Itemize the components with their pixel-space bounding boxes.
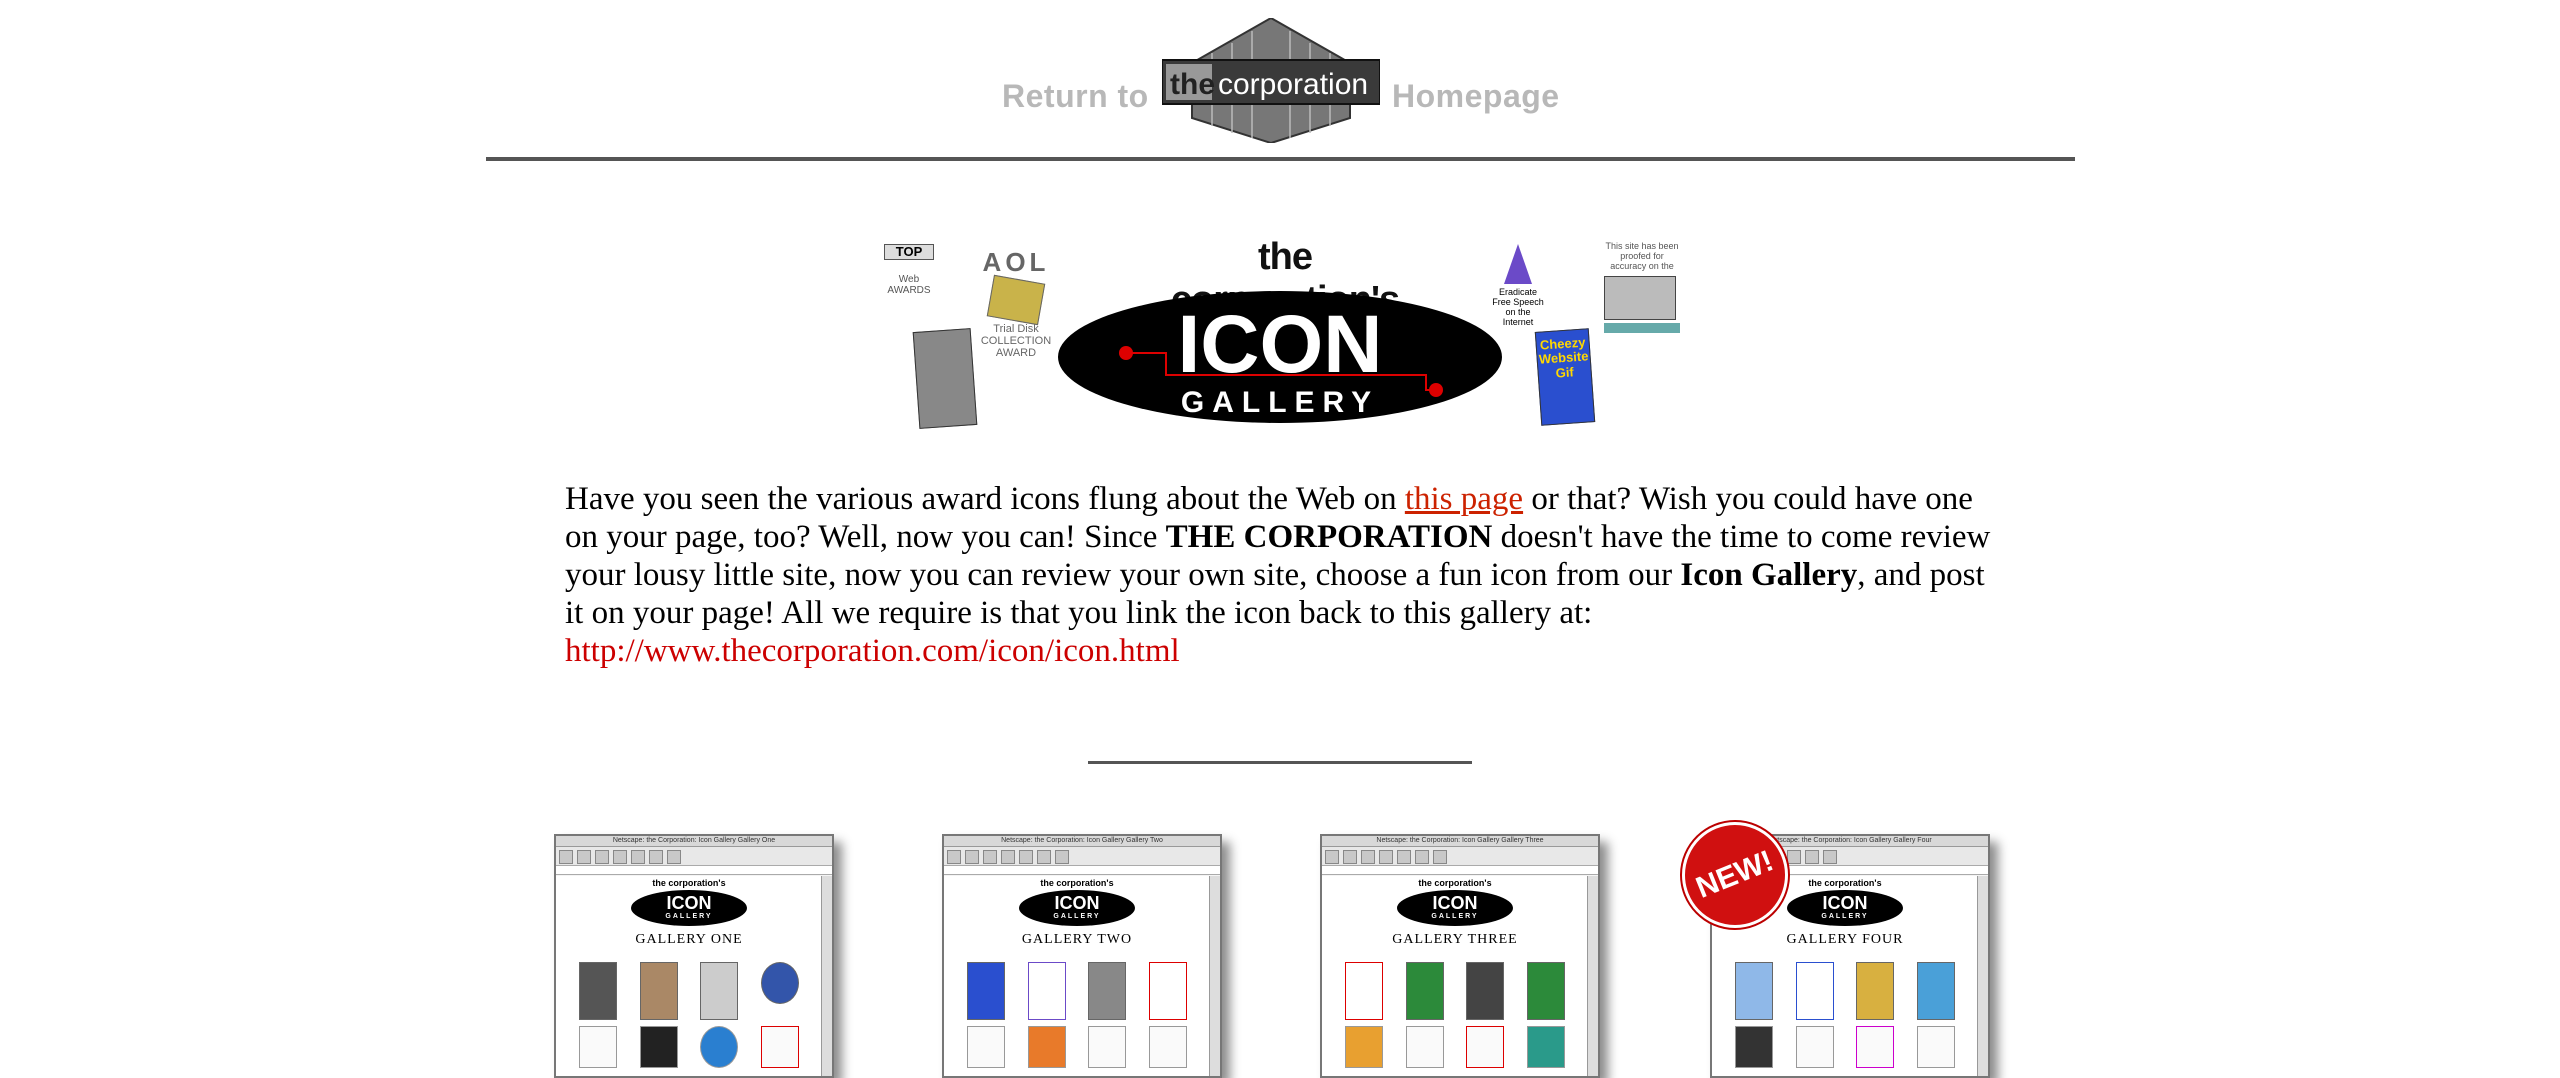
- thumbnail-oval: ICON GALLERY: [1397, 890, 1513, 926]
- thumbnail-header: the corporation's: [1418, 878, 1492, 888]
- header-nav: Return to the corporation Homepage: [0, 16, 2560, 145]
- address-bar: [944, 866, 1220, 875]
- building-logo-icon: the corporation: [1161, 16, 1381, 145]
- window-title: Netscape: the Corporation: Icon Gallery …: [1322, 836, 1598, 847]
- corporation-logo-link[interactable]: the corporation: [1161, 16, 1381, 145]
- thumbnail-page: the corporation's ICON GALLERY GALLERY TW…: [944, 876, 1210, 1076]
- proofed-site-icon: This site has been proofed for accuracy …: [1604, 241, 1680, 333]
- banner-icon-word: ICON: [1178, 299, 1383, 390]
- middle-divider: [1088, 761, 1472, 764]
- window-title: Netscape: the Corporation: Icon Gallery …: [944, 836, 1220, 847]
- address-bar: [1322, 866, 1598, 875]
- intro-paragraph: Have you seen the various award icons fl…: [565, 480, 1995, 670]
- icon-gallery-banner: TOP Web AWARDS AOL Trial Disk COLLECTION…: [880, 230, 1680, 435]
- banner-gallery-word: GALLERY: [1181, 386, 1379, 419]
- cheezy-website-gif-icon: Cheezy Website Gif: [1534, 328, 1596, 426]
- gallery-url: http://www.thecorporation.com/icon/icon.…: [565, 633, 1180, 669]
- icon-gallery-bold: Icon Gallery: [1680, 557, 1858, 593]
- gallery-label: GALLERY ONE: [635, 932, 743, 947]
- address-bar: [556, 866, 832, 875]
- thumbnail-oval: ICON GALLERY: [1019, 890, 1135, 926]
- intro-text-1: Have you seen the various award icons fl…: [565, 481, 1405, 517]
- logo-word-the: the: [1170, 68, 1215, 101]
- eradicate-free-speech-icon: Eradicate Free Speech on the Internet: [1492, 244, 1544, 328]
- thumbnail-oval: ICON GALLERY: [1787, 890, 1903, 926]
- gallery-one-thumbnail[interactable]: Netscape: the Corporation: Icon Gallery …: [554, 834, 834, 1078]
- top-web-award-icon: TOP Web AWARDS: [884, 244, 934, 296]
- thumbnail-page: the corporation's ICON GALLERY GALLERY ON…: [556, 876, 822, 1076]
- browser-toolbar: [556, 847, 832, 866]
- homepage-label[interactable]: Homepage: [1392, 78, 1560, 115]
- thumbnail-header: the corporation's: [1040, 878, 1114, 888]
- icon-gallery-oval: ICON GALLERY: [1056, 290, 1504, 425]
- gallery-label: GALLERY THREE: [1392, 932, 1518, 947]
- gallery-label: GALLERY FOUR: [1786, 932, 1904, 947]
- this-page-link[interactable]: this page: [1405, 481, 1523, 517]
- thumbnail-page: the corporation's ICON GALLERY GALLERY TH…: [1322, 876, 1588, 1076]
- scrollbar: [1209, 876, 1220, 1076]
- gallery-two-thumbnail[interactable]: Netscape: the Corporation: Icon Gallery …: [942, 834, 1222, 1078]
- window-title: Netscape: the Corporation: Icon Gallery …: [556, 836, 832, 847]
- scrollbar: [1977, 876, 1988, 1076]
- building-award-icon: [912, 328, 978, 429]
- gallery-three-thumbnail[interactable]: Netscape: the Corporation: Icon Gallery …: [1320, 834, 1600, 1078]
- thumbnail-icon-row: [1712, 962, 1978, 1020]
- thumbnail-header: the corporation's: [652, 878, 726, 888]
- the-corporation-bold: THE CORPORATION: [1165, 519, 1493, 555]
- return-to-label[interactable]: Return to: [1002, 78, 1149, 115]
- thumbnail-icon-row: [556, 962, 822, 1020]
- top-divider: [486, 157, 2075, 161]
- thumbnail-icon-row: [1322, 962, 1588, 1020]
- thumbnail-icon-row: [944, 962, 1210, 1020]
- browser-toolbar: [944, 847, 1220, 866]
- browser-toolbar: [1322, 847, 1598, 866]
- scrollbar: [1587, 876, 1598, 1076]
- logo-word-corporation: corporation: [1218, 68, 1368, 101]
- gallery-label: GALLERY TWO: [1021, 932, 1133, 947]
- aol-award-icon: AOL Trial Disk COLLECTION AWARD: [980, 247, 1052, 359]
- scrollbar: [821, 876, 832, 1076]
- thumbnail-oval: ICON GALLERY: [631, 890, 747, 926]
